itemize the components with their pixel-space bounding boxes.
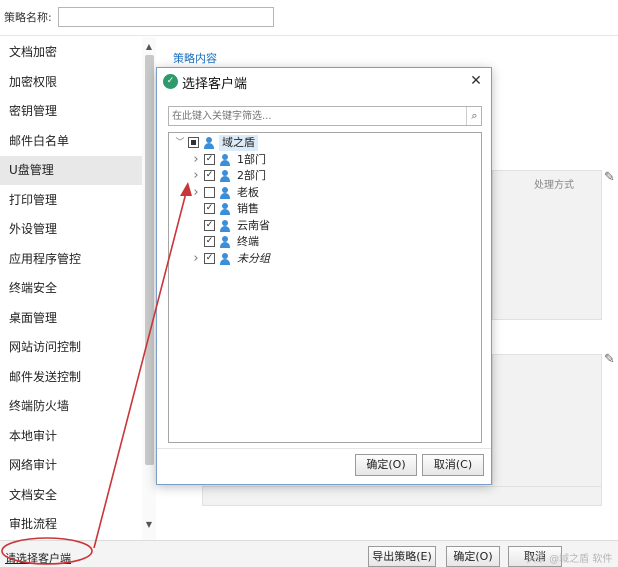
tree-node-label: 2部门	[237, 169, 266, 182]
dialog-ok-button[interactable]: 确定(O)	[355, 454, 417, 476]
tree-checkbox[interactable]	[204, 186, 215, 198]
chevron-right-icon[interactable]: ›	[191, 185, 201, 201]
section-title: 策略内容	[173, 52, 217, 65]
sidebar-item[interactable]: U盘管理	[0, 156, 142, 185]
select-client-dialog: ✓ 选择客户端 ✕ ⌕ ﹀域之盾›✓1部门›✓2部门›老板✓销售✓云南省✓终端›…	[156, 67, 492, 485]
sidebar-item[interactable]: 邮件白名单	[0, 127, 142, 156]
divider	[157, 448, 491, 449]
sidebar-item[interactable]: 文档安全	[0, 481, 142, 510]
sidebar: 文档加密 加密权限 密钥管理 邮件白名单 U盘管理 打印管理 外设管理 应用程序管控 终端安全桌…	[0, 37, 156, 540]
tree-node-label: 终端	[237, 235, 259, 248]
sidebar-item[interactable]: 邮件发送控制	[0, 363, 142, 392]
sidebar-item[interactable]: 加密权限	[0, 68, 142, 97]
tree-checkbox[interactable]	[188, 137, 199, 148]
background-panel-bottom	[492, 354, 602, 504]
dialog-title-bar[interactable]: ✓ 选择客户端 ✕	[157, 68, 491, 96]
sidebar-item[interactable]: 应用程序管控	[0, 245, 142, 274]
chevron-right-icon[interactable]: ›	[191, 168, 201, 184]
strategy-name-label: 策略名称:	[4, 11, 52, 24]
tree-node-label: 云南省	[237, 218, 270, 232]
edit-pencil-icon[interactable]: ✎	[604, 170, 615, 185]
close-icon[interactable]: ✕	[467, 72, 485, 90]
select-client-link[interactable]: 请选择客户端	[5, 550, 71, 566]
sidebar-scrollbar-thumb[interactable]	[145, 55, 154, 465]
background-panel-top	[492, 170, 602, 320]
search-box: ⌕	[168, 106, 482, 126]
tree-checkbox[interactable]: ✓	[204, 219, 215, 231]
chevron-down-icon[interactable]: ﹀	[175, 135, 185, 151]
user-group-icon	[219, 251, 233, 267]
edit-pencil-icon[interactable]: ✎	[604, 352, 615, 367]
sidebar-item[interactable]: 打印管理	[0, 186, 142, 215]
search-input[interactable]	[169, 107, 465, 125]
tree-checkbox[interactable]: ✓	[204, 153, 215, 165]
watermark: 头条 @域之盾 软件	[526, 554, 613, 565]
sidebar-item[interactable]: 终端防火墙	[0, 392, 142, 421]
ok-button[interactable]: 确定(O)	[446, 546, 500, 567]
sidebar-item[interactable]: 本地审计	[0, 422, 142, 451]
tree-node-label: 未分组	[237, 251, 270, 265]
tree-node-label: 域之盾	[219, 135, 258, 151]
app-logo-icon: ✓	[163, 74, 178, 89]
tree-checkbox[interactable]: ✓	[204, 252, 215, 264]
user-group-icon	[203, 135, 217, 151]
sidebar-item[interactable]: 审批流程	[0, 510, 142, 539]
tree-node-label: 老板	[237, 185, 259, 199]
client-tree: ﹀ 域之盾 › ✓ 1部门 › ✓ 2部门 › 老板 ✓ 销售 ✓ 云南省 ✓ 终端 › ✓ 未分组	[168, 132, 482, 443]
export-strategy-button[interactable]: 导出策略(E)	[368, 546, 436, 567]
sidebar-item[interactable]: 网站访问控制	[0, 333, 142, 362]
user-group-icon	[219, 152, 233, 168]
user-group-icon	[219, 234, 233, 250]
tree-checkbox[interactable]: ✓	[204, 203, 215, 214]
tree-checkbox[interactable]: ✓	[204, 236, 215, 247]
user-group-icon	[219, 168, 233, 184]
dialog-cancel-button[interactable]: 取消(C)	[422, 454, 484, 476]
dialog-title: 选择客户端	[182, 77, 248, 92]
tree-node-label: 销售	[237, 202, 259, 215]
chevron-right-icon[interactable]: ›	[191, 251, 201, 267]
sidebar-item[interactable]: 外设管理	[0, 215, 142, 244]
sidebar-item[interactable]: 桌面管理	[0, 304, 142, 333]
scroll-down-icon[interactable]: ▼	[142, 518, 156, 532]
tree-checkbox[interactable]: ✓	[204, 170, 215, 181]
search-icon[interactable]: ⌕	[466, 107, 482, 125]
tree-node-label: 1部门	[237, 152, 266, 166]
user-group-icon	[219, 201, 233, 217]
column-header: 处理方式	[534, 180, 574, 191]
chevron-right-icon[interactable]: ›	[191, 152, 201, 168]
sidebar-item[interactable]: 网络审计	[0, 451, 142, 480]
scroll-up-icon[interactable]: ▲	[142, 40, 156, 54]
background-panel-lower	[202, 486, 602, 506]
sidebar-item[interactable]: 终端安全	[0, 274, 142, 303]
sidebar-item[interactable]: 密钥管理	[0, 97, 142, 126]
user-group-icon	[219, 218, 233, 234]
strategy-name-input[interactable]	[58, 7, 274, 27]
user-group-icon	[219, 185, 233, 201]
sidebar-item[interactable]: 文档加密	[0, 38, 142, 67]
top-bar: 策略名称:	[0, 0, 618, 36]
